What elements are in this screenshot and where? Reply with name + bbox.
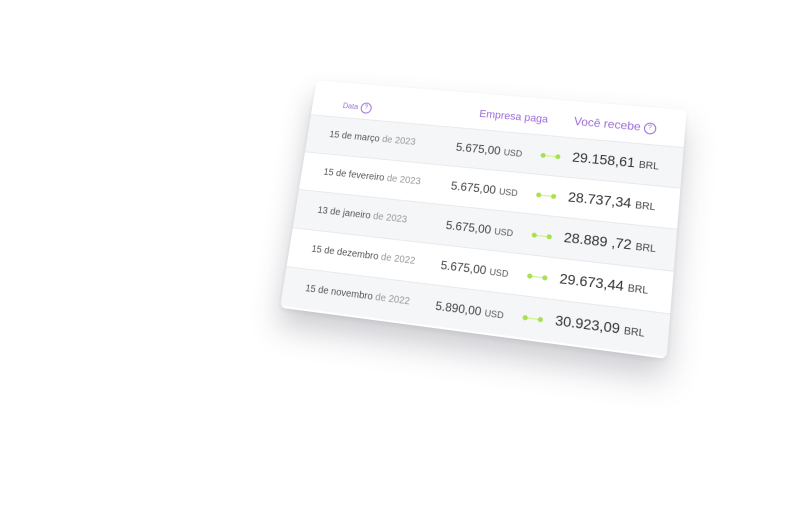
help-icon[interactable]: ? <box>643 122 656 135</box>
row-you-receive: 28.737,34 BRL <box>567 189 656 214</box>
connector-dot <box>532 232 538 237</box>
row-pays-currency: USD <box>503 147 523 158</box>
header-date: Data? <box>342 101 372 114</box>
row-company-pays: 5.675,00 USD <box>455 140 523 159</box>
row-pays-amount: 5.675,00 <box>455 140 501 157</box>
row-receives-amount: 28.889 ,72 <box>563 229 632 252</box>
row-date-year: de 2023 <box>384 173 422 187</box>
connector-dot <box>551 194 556 199</box>
row-date-main: 15 de fevereiro <box>323 167 385 183</box>
row-receives-currency: BRL <box>638 160 659 173</box>
row-you-receive: 28.889 ,72 BRL <box>563 229 657 255</box>
row-date-main: 15 de dezembro <box>311 244 379 263</box>
row-company-pays: 5.675,00 USD <box>440 258 509 280</box>
row-pays-amount: 5.675,00 <box>450 179 497 197</box>
row-pays-amount: 5.675,00 <box>445 218 492 237</box>
row-date-year: de 2023 <box>370 211 408 225</box>
connector-icon <box>527 274 547 279</box>
row-you-receive: 30.923,09 BRL <box>554 312 645 340</box>
row-pays-currency: USD <box>489 267 509 279</box>
row-date-main: 15 de março <box>329 130 381 145</box>
row-date-main: 15 de novembro <box>305 283 374 302</box>
row-pays-amount: 5.675,00 <box>440 258 487 277</box>
help-icon[interactable]: ? <box>360 102 372 114</box>
row-receives-currency: BRL <box>635 200 656 213</box>
connector-dot <box>527 273 533 279</box>
connector-dot <box>540 153 545 158</box>
table-body: 15 de março de 2023 5.675,00 USD 29.158,… <box>280 114 683 357</box>
connector-icon <box>540 154 560 159</box>
row-receives-amount: 30.923,09 <box>554 312 620 337</box>
header-you-receive: Você recebe? <box>573 114 656 134</box>
row-pays-currency: USD <box>494 226 514 238</box>
row-you-receive: 29.673,44 BRL <box>559 270 649 297</box>
row-you-receive: 29.158,61 BRL <box>572 149 660 173</box>
connector-dot <box>542 275 548 281</box>
row-pays-currency: USD <box>498 187 518 199</box>
row-date: 15 de fevereiro de 2023 <box>323 167 422 187</box>
row-date-year: de 2023 <box>379 134 416 147</box>
connector-dot <box>546 234 552 240</box>
header-you-receive-label: Você recebe <box>573 114 641 133</box>
connector-dot <box>536 192 541 197</box>
payments-table-card: Data? Empresa paga Você recebe? 15 de ma… <box>280 80 687 359</box>
row-receives-currency: BRL <box>635 242 656 255</box>
row-pays-currency: USD <box>484 308 504 321</box>
connector-dot <box>522 315 528 321</box>
connector-icon <box>532 233 552 238</box>
row-receives-currency: BRL <box>627 283 648 297</box>
row-pays-amount: 5.890,00 <box>435 299 483 319</box>
row-company-pays: 5.675,00 USD <box>450 179 518 199</box>
row-date: 15 de março de 2023 <box>329 130 417 148</box>
row-date: 15 de novembro de 2022 <box>305 283 411 307</box>
row-date-year: de 2022 <box>378 252 416 267</box>
row-receives-currency: BRL <box>623 326 645 340</box>
row-date-year: de 2022 <box>372 292 411 308</box>
row-receives-amount: 29.158,61 <box>572 149 636 170</box>
row-receives-amount: 29.673,44 <box>559 270 625 294</box>
row-date-main: 13 de janeiro <box>317 205 371 221</box>
row-company-pays: 5.675,00 USD <box>445 218 514 239</box>
header-date-label: Data <box>342 102 358 111</box>
row-receives-amount: 28.737,34 <box>567 189 632 211</box>
row-company-pays: 5.890,00 USD <box>435 299 505 322</box>
connector-icon <box>522 316 543 322</box>
row-date: 13 de janeiro de 2023 <box>317 205 408 225</box>
connector-dot <box>538 317 544 323</box>
connector-icon <box>536 193 556 198</box>
header-company-pays: Empresa paga <box>479 108 549 125</box>
connector-dot <box>555 154 560 159</box>
stage: Data? Empresa paga Você recebe? 15 de ma… <box>0 0 800 515</box>
row-date: 15 de dezembro de 2022 <box>311 244 416 267</box>
